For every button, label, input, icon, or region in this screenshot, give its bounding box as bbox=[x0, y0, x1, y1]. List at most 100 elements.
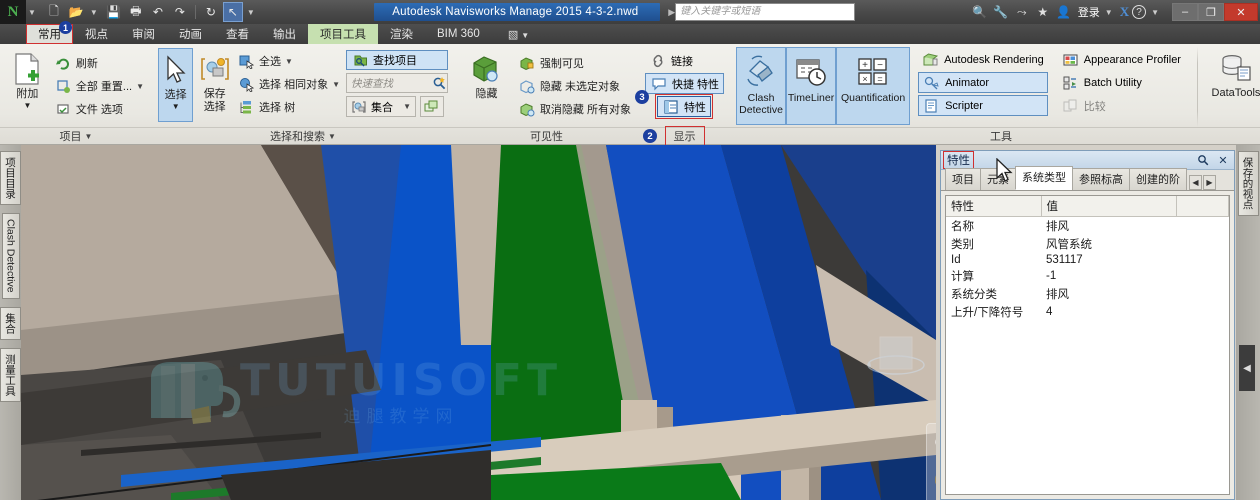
tab-viewpoint[interactable]: 视点 bbox=[73, 24, 120, 44]
navigation-bar[interactable]: ◎ ✋ ● ◉ ▲ bbox=[926, 423, 936, 500]
redo-icon[interactable]: ↷ bbox=[170, 2, 190, 22]
collapse-panel-icon[interactable]: ◀ bbox=[1239, 345, 1255, 391]
datatools-button[interactable]: DataTools bbox=[1206, 47, 1260, 100]
attach-caret-icon[interactable]: ▼ bbox=[23, 101, 31, 110]
save-selection-button[interactable]: 保存 选择 bbox=[197, 48, 232, 113]
sidebar-tab-sets[interactable]: 集合 bbox=[0, 306, 21, 340]
tab-output[interactable]: 输出 bbox=[261, 24, 308, 44]
find-items-button[interactable]: 查找项目 bbox=[346, 50, 448, 70]
sidebar-tab-selection-tree[interactable]: 项目目录 bbox=[0, 151, 21, 205]
navisworks-logo-icon[interactable]: N bbox=[0, 0, 26, 24]
links-command[interactable]: 链接 bbox=[645, 50, 697, 71]
manage-sets-button[interactable] bbox=[420, 96, 444, 117]
orbit-icon[interactable]: ◎ bbox=[930, 430, 936, 452]
batch-utility-command[interactable]: Batch Utility bbox=[1058, 72, 1185, 93]
user-account-icon[interactable]: 👤 bbox=[1055, 5, 1073, 19]
animator-command[interactable]: Animator bbox=[918, 72, 1048, 93]
appearance-profiler-command[interactable]: Appearance Profiler bbox=[1058, 49, 1185, 70]
help-icon[interactable]: ? bbox=[1132, 5, 1147, 19]
reset-all-caret-icon[interactable]: ▼ bbox=[136, 82, 144, 91]
refresh-icon[interactable]: ↻ bbox=[201, 2, 221, 22]
quick-properties-command[interactable]: 快捷 特性 bbox=[645, 73, 725, 94]
select-button[interactable]: 选择 ▼ bbox=[158, 48, 194, 122]
search-input[interactable]: 键入关键字或短语 bbox=[675, 3, 856, 21]
hide-button[interactable]: 隐藏 bbox=[460, 48, 513, 101]
close-icon[interactable]: ✕ bbox=[1215, 153, 1231, 168]
select-all-command[interactable]: 全选 ▼ bbox=[236, 50, 342, 72]
tab-view[interactable]: 查看 bbox=[214, 24, 261, 44]
help-caret-icon[interactable]: ▼ bbox=[1151, 8, 1159, 17]
open-dropdown-caret-icon[interactable]: ▼ bbox=[90, 8, 98, 17]
camera-icon[interactable]: ▧ ▼ bbox=[492, 28, 529, 41]
hide-unselected-command[interactable]: 隐藏 未选定对象 bbox=[517, 75, 633, 97]
save-file-icon[interactable]: 💾 bbox=[104, 2, 124, 22]
clash-detective-button[interactable]: Clash Detective bbox=[736, 47, 787, 125]
table-row[interactable]: 计算 -1 bbox=[946, 267, 1229, 285]
search-find-icon[interactable]: 🔍 bbox=[971, 5, 989, 19]
scripter-command[interactable]: Scripter bbox=[918, 95, 1048, 116]
select-same-command[interactable]: 选择 相同对象 ▼ bbox=[236, 73, 342, 95]
selection-tree-command[interactable]: 选择 树 bbox=[236, 96, 342, 118]
table-row[interactable]: Id 531117 bbox=[946, 253, 1229, 267]
undo-icon[interactable]: ↶ bbox=[148, 2, 168, 22]
pan-hand-icon[interactable]: ✋ bbox=[930, 468, 936, 490]
new-file-icon[interactable]: 🗋 bbox=[44, 2, 64, 22]
minimize-button[interactable]: – bbox=[1172, 3, 1198, 21]
properties-command[interactable]: 特性 bbox=[655, 94, 713, 119]
table-row[interactable]: 类别 风管系统 bbox=[946, 235, 1229, 253]
quick-find-search-icon[interactable] bbox=[430, 75, 447, 92]
quantification-button[interactable]: + − × = Quantification bbox=[836, 47, 911, 125]
select-all-caret-icon[interactable]: ▼ bbox=[285, 57, 293, 66]
print-icon[interactable]: 🖶 bbox=[126, 2, 146, 22]
ptab-system-type[interactable]: 系统类型 bbox=[1015, 166, 1073, 190]
qat-overflow-caret-icon[interactable]: ▼ bbox=[247, 8, 255, 17]
timeliner-button[interactable]: TimeLiner bbox=[786, 47, 837, 125]
tab-animation[interactable]: 动画 bbox=[167, 24, 214, 44]
tab-bim360[interactable]: BIM 360 bbox=[425, 26, 492, 42]
sign-in-button[interactable]: 登录 bbox=[1078, 4, 1100, 20]
file-options-command[interactable]: 文件 选项 bbox=[53, 98, 146, 120]
table-row[interactable]: 系统分类 排风 bbox=[946, 285, 1229, 303]
sidebar-tab-measure[interactable]: 测量工具 bbox=[0, 347, 21, 402]
tab-render[interactable]: 渲染 bbox=[378, 24, 425, 44]
wrench-icon[interactable]: 🔧 bbox=[992, 5, 1010, 19]
view-cube[interactable] bbox=[866, 327, 926, 397]
tab-home[interactable]: 常用 1 bbox=[26, 21, 73, 44]
favorites-star-icon[interactable]: ★ bbox=[1034, 5, 1052, 19]
tab-scroll-right-icon[interactable]: ▶ bbox=[1203, 175, 1216, 190]
tab-scroll-left-icon[interactable]: ◀ bbox=[1189, 175, 1202, 190]
sets-dropdown[interactable]: 集合 ▼ bbox=[346, 96, 416, 117]
tab-item-tools[interactable]: 项目工具 bbox=[308, 24, 378, 44]
app-menu-caret-icon[interactable]: ▼ bbox=[28, 8, 36, 17]
table-row[interactable]: 名称 排风 bbox=[946, 217, 1229, 236]
ptab-project[interactable]: 项目 bbox=[945, 168, 981, 190]
ptab-reference-level[interactable]: 参照标高 bbox=[1072, 168, 1130, 190]
reset-all-command[interactable]: 全部 重置... ▼ bbox=[53, 75, 146, 97]
open-file-icon[interactable]: 📂 bbox=[66, 2, 86, 22]
title-next-icon[interactable]: ▶ bbox=[668, 7, 675, 18]
close-button[interactable]: ✕ bbox=[1224, 3, 1258, 21]
sidebar-tab-saved-viewpoints[interactable]: 保存的视点 bbox=[1237, 151, 1259, 216]
require-visible-command[interactable]: 强制可见 bbox=[517, 52, 633, 74]
maximize-button[interactable]: ❐ bbox=[1198, 3, 1224, 21]
refresh-command[interactable]: 刷新 bbox=[53, 52, 146, 74]
hide-icon bbox=[470, 50, 502, 88]
autodesk-exchange-icon[interactable]: X bbox=[1120, 4, 1129, 20]
properties-grid[interactable]: 特性 值 名称 排风 类别 风管系统 Id 531117 计算 -1 系统分类 … bbox=[945, 195, 1230, 495]
sets-caret-icon[interactable]: ▼ bbox=[403, 102, 411, 111]
unhide-all-command[interactable]: 取消隐藏 所有对象 bbox=[517, 98, 633, 120]
signin-caret-icon[interactable]: ▼ bbox=[1105, 8, 1113, 17]
attach-button[interactable]: 附加 ▼ bbox=[6, 48, 49, 110]
select-same-caret-icon[interactable]: ▼ bbox=[332, 80, 340, 89]
autodesk-rendering-command[interactable]: Autodesk Rendering bbox=[918, 49, 1048, 70]
ptab-created-phase[interactable]: 创建的阶 bbox=[1129, 168, 1187, 190]
table-row[interactable]: 上升/下降符号 4 bbox=[946, 303, 1229, 321]
select-caret-icon[interactable]: ▼ bbox=[172, 102, 180, 111]
tab-review[interactable]: 审阅 bbox=[120, 24, 167, 44]
3d-viewport[interactable]: TUTUISOFT 迪腿教学网 ◎ ✋ ● ◉ ▲ 7 bbox=[21, 145, 936, 500]
exchange-icon[interactable]: ⤳ bbox=[1013, 5, 1031, 20]
auto-hide-pin-icon[interactable] bbox=[1195, 153, 1211, 168]
sidebar-tab-clash-detective[interactable]: Clash Detective bbox=[1, 213, 20, 299]
select-pointer-icon[interactable]: ↖ bbox=[222, 2, 243, 22]
quick-find-input[interactable]: 快速查找 bbox=[346, 73, 448, 93]
